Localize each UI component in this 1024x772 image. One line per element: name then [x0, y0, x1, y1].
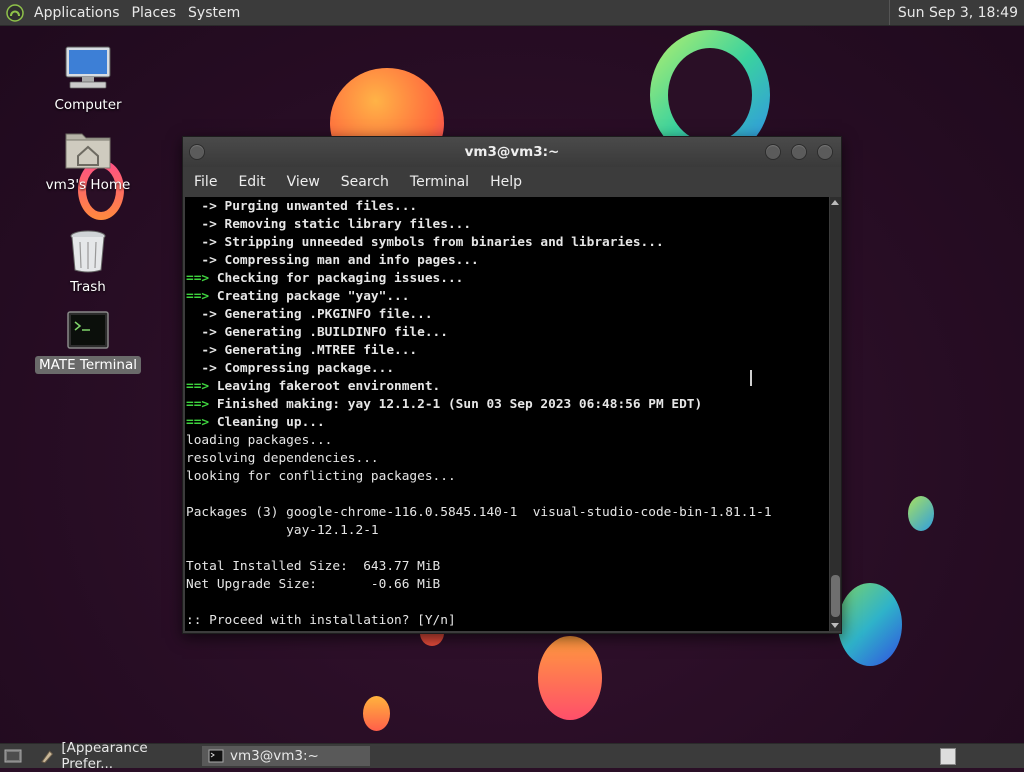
terminal-line: :: Proceed with installation? [Y/n] [186, 613, 456, 628]
wallpaper-tiny-orange [363, 696, 390, 731]
terminal-small-icon [208, 749, 224, 763]
terminal-line: -> Generating .PKGINFO file... [186, 307, 433, 322]
desktop-icon-label: Trash [70, 279, 106, 295]
computer-icon [65, 46, 111, 89]
terminal-line: Packages (3) google-chrome-116.0.5845.14… [186, 505, 772, 520]
terminal-line: looking for conflicting packages... [186, 469, 456, 484]
terminal-line: Net Upgrade Size: -0.66 MiB [186, 577, 441, 592]
places-menu[interactable]: Places [126, 5, 183, 21]
terminal-line: -> Compressing man and info pages... [186, 253, 479, 268]
desktop-icon-label: MATE Terminal [35, 356, 141, 374]
window-menu-button[interactable] [189, 144, 205, 160]
applications-menu[interactable]: Applications [28, 5, 126, 21]
terminal-text: -> Purging unwanted files... -> Removing… [185, 197, 829, 630]
menu-file[interactable]: File [183, 174, 227, 190]
workspace-switcher[interactable] [940, 748, 956, 765]
menu-search[interactable]: Search [330, 174, 399, 190]
terminal-line: Total Installed Size: 643.77 MiB [186, 559, 441, 574]
menu-help[interactable]: Help [479, 174, 532, 190]
menu-terminal[interactable]: Terminal [399, 174, 479, 190]
top-menu: Applications Places System [28, 5, 246, 21]
window-title: vm3@vm3:~ [464, 144, 560, 160]
terminal-line: ==> Finished making: yay 12.1.2-1 (Sun 0… [186, 397, 703, 412]
terminal-line: loading packages... [186, 433, 333, 448]
scroll-up-arrow-icon[interactable] [831, 200, 839, 205]
top-panel: Applications Places System Sun Sep 3, 18… [0, 0, 1024, 26]
desktop-icon-label: Computer [54, 97, 122, 113]
wallpaper-blue-blob [838, 583, 902, 666]
taskbar-label: [Appearance Prefer... [61, 740, 148, 772]
home-folder-icon [65, 133, 111, 169]
terminal-line: ==> Cleaning up... [186, 415, 325, 430]
wallpaper-small-teal [908, 496, 934, 531]
taskbar-item-terminal[interactable]: vm3@vm3:~ [202, 746, 370, 766]
close-button[interactable] [817, 144, 833, 160]
window-menubar: File Edit View Search Terminal Help [183, 167, 841, 196]
desktop-icon-trash[interactable]: Trash [33, 228, 143, 296]
system-menu[interactable]: System [182, 5, 246, 21]
terminal-output[interactable]: -> Purging unwanted files... -> Removing… [185, 197, 829, 631]
scrollbar-thumb[interactable] [831, 575, 840, 617]
clock[interactable]: Sun Sep 3, 18:49 [888, 0, 1024, 25]
desktop-icon-label: vm3's Home [45, 177, 131, 193]
terminal-line: -> Compressing package... [186, 361, 395, 376]
menu-edit[interactable]: Edit [227, 174, 275, 190]
trash-icon [70, 230, 106, 273]
scroll-down-arrow-icon[interactable] [831, 623, 839, 628]
terminal-line: resolving dependencies... [186, 451, 379, 466]
wallpaper-orange-egg [538, 636, 602, 720]
terminal-icon [67, 311, 109, 349]
terminal-line: -> Stripping unneeded symbols from binar… [186, 235, 664, 250]
window-titlebar[interactable]: vm3@vm3:~ [183, 137, 841, 167]
terminal-line: yay-12.1.2-1 [186, 523, 379, 538]
desktop-icon-mate-terminal[interactable]: MATE Terminal [33, 310, 143, 374]
desktop-icon-home[interactable]: vm3's Home [33, 126, 143, 194]
mate-logo-icon[interactable] [6, 3, 24, 22]
desktop-icon-computer[interactable]: Computer [33, 44, 143, 114]
taskbar-item-appearance[interactable]: [Appearance Prefer... [34, 740, 204, 772]
ibeam-cursor-icon [750, 370, 752, 386]
menu-view[interactable]: View [276, 174, 330, 190]
bottom-panel: [Appearance Prefer... vm3@vm3:~ [0, 740, 1024, 772]
show-desktop-icon[interactable] [4, 748, 22, 764]
minimize-button[interactable] [765, 144, 781, 160]
terminal-window[interactable]: vm3@vm3:~ File Edit View Search Terminal… [182, 136, 842, 634]
terminal-line: -> Generating .BUILDINFO file... [186, 325, 448, 340]
terminal-scrollbar[interactable] [830, 197, 841, 631]
terminal-line: -> Removing static library files... [186, 217, 472, 232]
taskbar-label: vm3@vm3:~ [230, 748, 319, 764]
terminal-line: -> Generating .MTREE file... [186, 343, 418, 358]
terminal-line: ==> Leaving fakeroot environment. [186, 379, 441, 394]
terminal-line: -> Purging unwanted files... [186, 199, 418, 214]
terminal-line: ==> Creating package "yay"... [186, 289, 410, 304]
appearance-icon [41, 750, 54, 764]
terminal-line: ==> Checking for packaging issues... [186, 271, 464, 286]
maximize-button[interactable] [791, 144, 807, 160]
